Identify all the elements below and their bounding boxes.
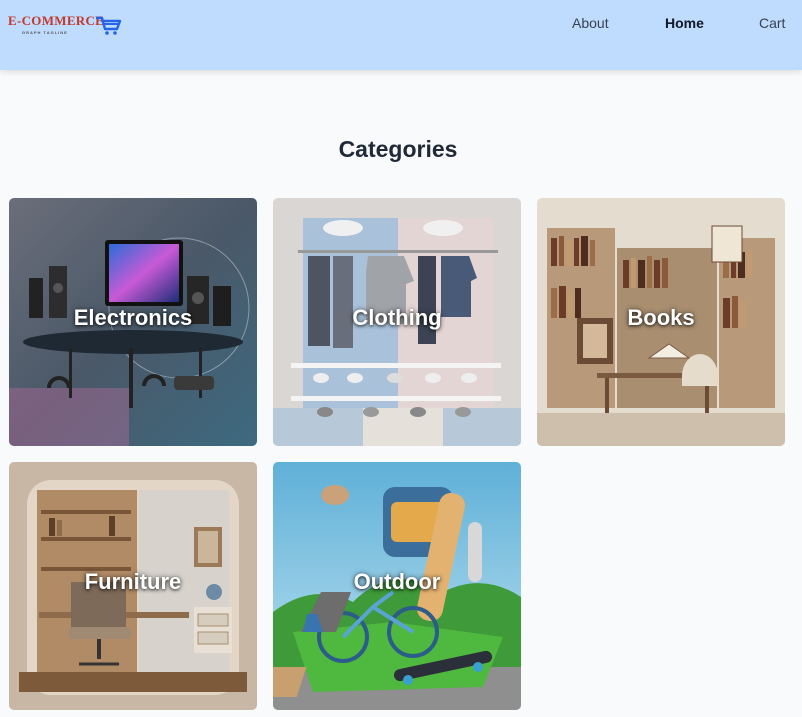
logo-tagline: GRAPH TAGLINE (22, 30, 68, 35)
category-card-outdoor[interactable]: Outdoor (273, 462, 521, 710)
category-label: Furniture (84, 569, 182, 594)
site-logo[interactable]: E-COMMERCE GRAPH TAGLINE (8, 13, 122, 42)
category-card-clothing[interactable]: Clothing (273, 198, 521, 446)
category-label: Books (627, 305, 695, 330)
top-header: E-COMMERCE GRAPH TAGLINE About Home Cart (0, 0, 802, 70)
category-card-furniture[interactable]: Furniture (9, 462, 257, 710)
category-card-electronics[interactable]: Electronics (9, 198, 257, 446)
nav-about-link[interactable]: About (572, 15, 609, 31)
category-label: Outdoor (353, 569, 441, 594)
logo-wordmark: E-COMMERCE (8, 13, 104, 29)
logo-text: E-COMMERCE (8, 13, 105, 28)
nav-cart-link[interactable]: Cart (759, 15, 785, 31)
category-label: Clothing (352, 305, 442, 330)
category-card-books[interactable]: Books (537, 198, 785, 446)
nav-home-link[interactable]: Home (665, 15, 704, 31)
category-label: Electronics (73, 305, 193, 330)
shopping-cart-icon (95, 15, 122, 42)
categories-heading: Categories (338, 136, 458, 162)
